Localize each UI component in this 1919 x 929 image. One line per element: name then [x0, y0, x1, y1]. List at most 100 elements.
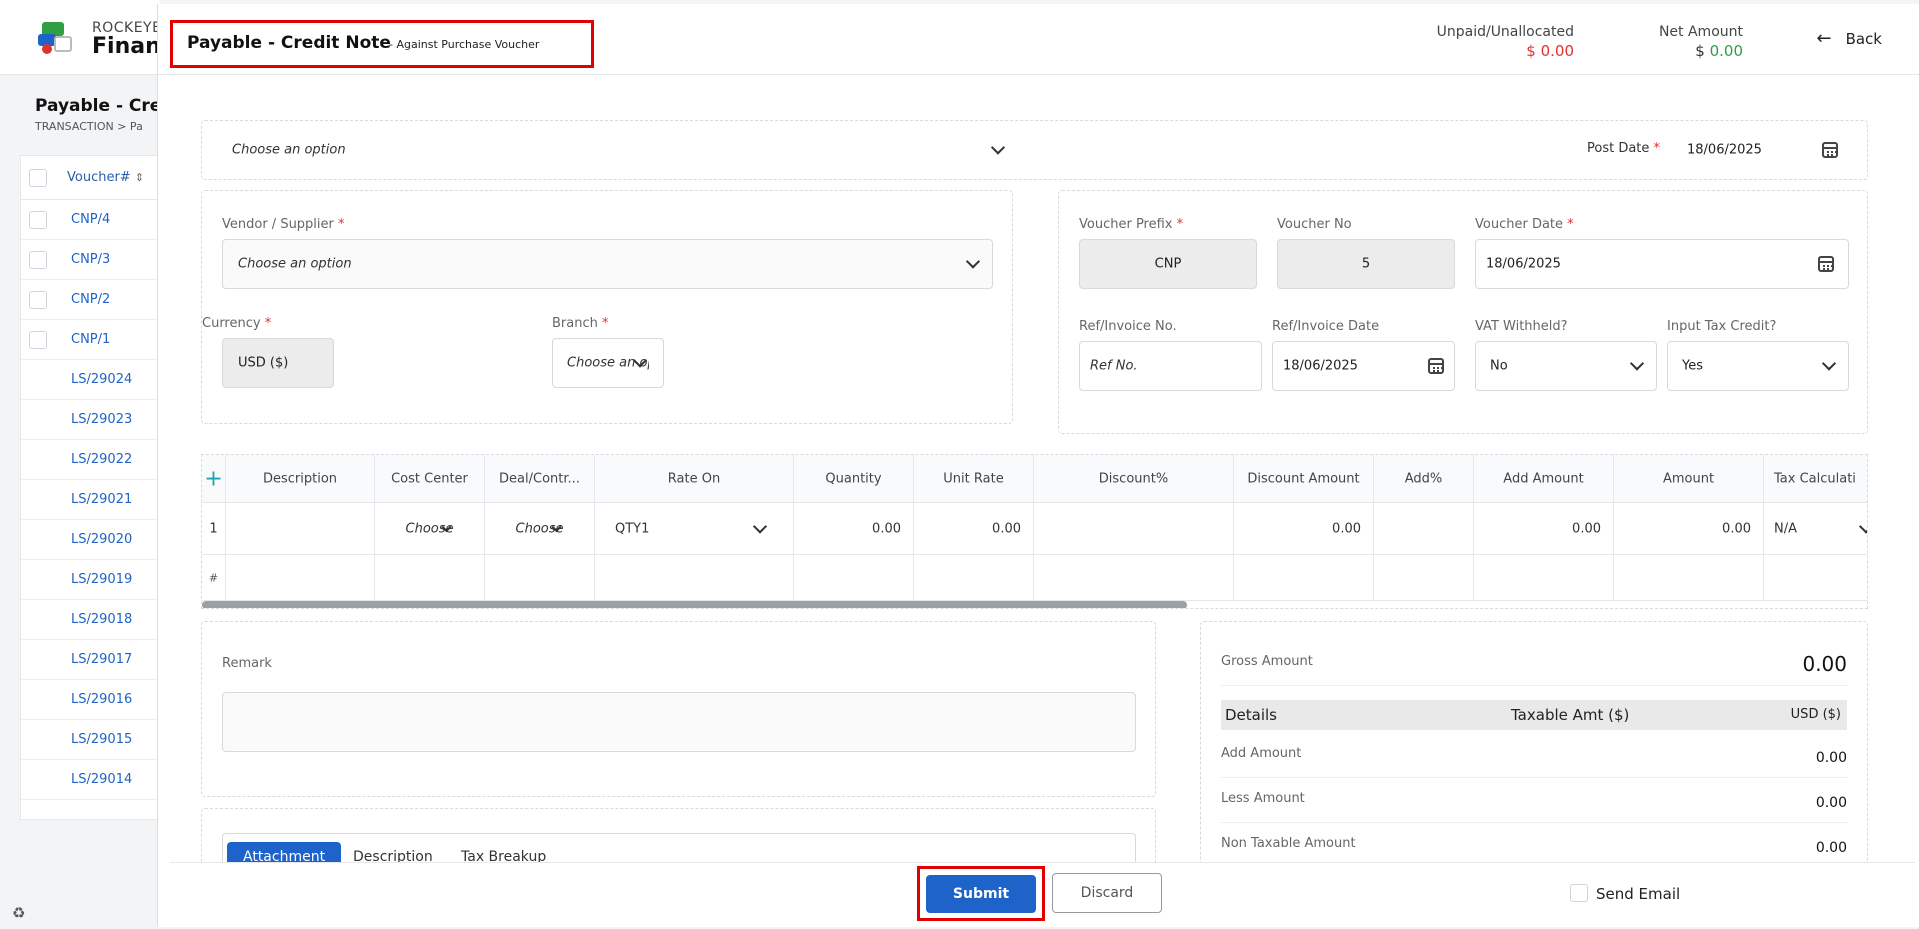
- voucher-link[interactable]: CNP/4: [71, 212, 110, 227]
- voucher-date-field[interactable]: 18/06/2025: [1475, 239, 1849, 289]
- chevron-down-icon: [990, 140, 1006, 155]
- voucher-link[interactable]: LS/29017: [71, 652, 132, 667]
- voucher-link[interactable]: LS/29016: [71, 692, 132, 707]
- send-email-checkbox[interactable]: [1570, 883, 1588, 902]
- rate-on-select[interactable]: QTY1: [595, 503, 794, 554]
- input-tax-credit-label: Input Tax Credit?: [1667, 319, 1777, 334]
- horizontal-scrollbar[interactable]: [202, 601, 1187, 608]
- voucher-link[interactable]: LS/29022: [71, 452, 132, 467]
- select-all-checkbox[interactable]: [29, 169, 47, 187]
- grid-footer-row: #: [202, 555, 1867, 601]
- voucher-link[interactable]: LS/29024: [71, 372, 132, 387]
- voucher-column-header[interactable]: Voucher# ⇕: [67, 170, 144, 185]
- chevron-down-icon: [1821, 356, 1837, 371]
- table-row: LS/29023: [21, 400, 159, 440]
- sort-icon: ⇕: [134, 171, 145, 184]
- gross-amount-value: 0.00: [1802, 652, 1847, 676]
- voucher-link[interactable]: LS/29020: [71, 532, 132, 547]
- modal-title: Payable - Credit Note: [187, 33, 391, 53]
- add-row-button[interactable]: +: [202, 455, 226, 502]
- grid-header-cell: Unit Rate: [914, 455, 1034, 502]
- row-checkbox[interactable]: [29, 211, 47, 229]
- cost-center-select[interactable]: Choose: [375, 503, 485, 554]
- quantity-input[interactable]: 0.00: [794, 503, 914, 554]
- grid-header-cell: Deal/Contr...: [485, 455, 595, 502]
- table-row: CNP/2: [21, 280, 159, 320]
- send-email-option[interactable]: Send Email: [1570, 883, 1680, 904]
- post-date-label: Post Date *: [1587, 141, 1661, 156]
- grid-header: + Description Cost Center Deal/Contr... …: [202, 455, 1867, 503]
- voucher-link[interactable]: LS/29021: [71, 492, 132, 507]
- table-row: LS/29020: [21, 520, 159, 560]
- table-header: Voucher# ⇕: [21, 156, 159, 200]
- add-amount-input[interactable]: 0.00: [1474, 503, 1614, 554]
- grid-header-cell: Discount Amount: [1234, 455, 1374, 502]
- back-button[interactable]: ← Back: [1816, 28, 1882, 49]
- chevron-down-icon: [965, 254, 981, 269]
- voucher-link[interactable]: CNP/1: [71, 332, 110, 347]
- voucher-link[interactable]: CNP/3: [71, 252, 110, 267]
- net-amount-label: Net Amount: [1658, 24, 1743, 40]
- recycle-icon[interactable]: ♻: [12, 904, 25, 922]
- deal-select[interactable]: Choose: [485, 503, 595, 554]
- calendar-icon[interactable]: [1818, 256, 1834, 272]
- remark-textarea[interactable]: [222, 692, 1136, 752]
- row-checkbox[interactable]: [29, 251, 47, 269]
- voucher-link[interactable]: LS/29018: [71, 612, 132, 627]
- net-amount-stat: Net Amount $ 0.00: [1659, 24, 1743, 60]
- description-cell[interactable]: [226, 503, 375, 554]
- calendar-icon[interactable]: [1428, 358, 1444, 374]
- post-date-field[interactable]: 18/06/2025: [1672, 131, 1852, 169]
- calendar-icon[interactable]: [1822, 142, 1838, 158]
- less-amount-row: Less Amount 0.00: [1221, 779, 1847, 823]
- grid-header-cell: Discount%: [1034, 455, 1234, 502]
- tax-calculation-select[interactable]: N/A: [1764, 503, 1867, 554]
- unpaid-value: $ 0.00: [1526, 42, 1574, 60]
- table-row: LS/29015: [21, 720, 159, 760]
- modal-header: Payable - Credit Note - Against Purchase…: [158, 4, 1919, 75]
- vendor-select[interactable]: Choose an option: [222, 239, 993, 289]
- row-checkbox[interactable]: [29, 291, 47, 309]
- attachment-section: Attachment Description Tax Breakup: [201, 808, 1156, 873]
- input-tax-credit-select[interactable]: Yes: [1667, 341, 1849, 391]
- currency-field: USD ($): [222, 338, 334, 388]
- voucher-link[interactable]: CNP/2: [71, 292, 110, 307]
- table-row: LS/29022: [21, 440, 159, 480]
- grid-header-cell: Add Amount: [1474, 455, 1614, 502]
- row-checkbox[interactable]: [29, 331, 47, 349]
- table-row: CNP/3: [21, 240, 159, 280]
- line-items-grid: + Description Cost Center Deal/Contr... …: [201, 454, 1868, 609]
- add-percent-input[interactable]: [1374, 503, 1474, 554]
- table-row: LS/29016: [21, 680, 159, 720]
- table-row: LS/29019: [21, 560, 159, 600]
- table-row: LS/29017: [21, 640, 159, 680]
- unpaid-label: Unpaid/Unallocated: [1436, 24, 1574, 40]
- branch-label: Branch *: [552, 316, 609, 331]
- vendor-section: Vendor / Supplier * Choose an option Cur…: [201, 190, 1013, 424]
- discard-button[interactable]: Discard: [1052, 873, 1162, 913]
- option-select[interactable]: Choose an option: [217, 131, 1017, 169]
- currency-label: Currency *: [202, 316, 272, 331]
- chevron-down-icon: [1629, 356, 1645, 371]
- row-index: 1: [202, 503, 226, 554]
- discount-percent-input[interactable]: [1034, 503, 1234, 554]
- submit-button[interactable]: Submit: [926, 875, 1036, 913]
- ref-invoice-input[interactable]: Ref No.: [1079, 341, 1262, 391]
- voucher-link[interactable]: LS/29019: [71, 572, 132, 587]
- app-logo-icon: [38, 20, 74, 56]
- remark-label: Remark: [222, 656, 272, 671]
- voucher-link[interactable]: LS/29023: [71, 412, 132, 427]
- voucher-link[interactable]: LS/29014: [71, 772, 132, 787]
- branch-select[interactable]: Choose an op: [552, 338, 664, 388]
- grid-header-cell: Description: [226, 455, 375, 502]
- discount-amount-input[interactable]: 0.00: [1234, 503, 1374, 554]
- vat-withheld-select[interactable]: No: [1475, 341, 1657, 391]
- ref-invoice-date-field[interactable]: 18/06/2025: [1272, 341, 1455, 391]
- table-row: CNP/1: [21, 320, 159, 360]
- page-title: Payable - Cred: [35, 96, 174, 116]
- app-header: ROCKEYE Financ: [0, 0, 174, 75]
- unpaid-stat: Unpaid/Unallocated $ 0.00: [1437, 24, 1574, 60]
- voucher-link[interactable]: LS/29015: [71, 732, 132, 747]
- unit-rate-input[interactable]: 0.00: [914, 503, 1034, 554]
- voucher-no-label: Voucher No: [1277, 217, 1352, 232]
